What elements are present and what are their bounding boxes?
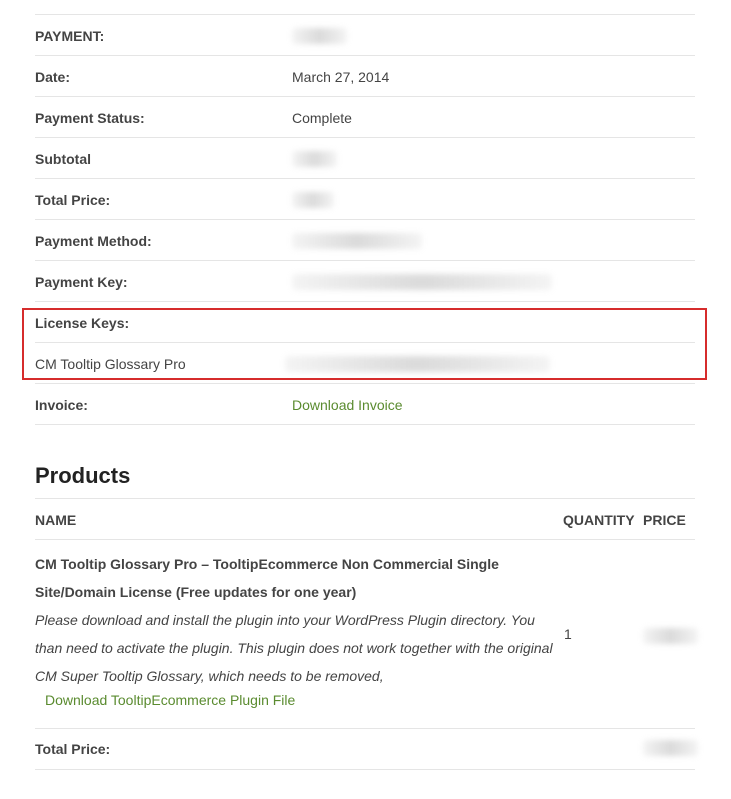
date-label: Date:	[35, 69, 71, 85]
license-keys-highlight	[22, 308, 707, 380]
column-header-name: NAME	[35, 512, 77, 528]
payment-value-redacted	[292, 28, 347, 44]
row-date: Date: March 27, 2014	[35, 56, 695, 97]
row-payment-key: Payment Key:	[35, 261, 695, 302]
status-label: Payment Status:	[35, 110, 145, 126]
row-status: Payment Status: Complete	[35, 97, 695, 138]
date-value: March 27, 2014	[292, 69, 390, 85]
method-label: Payment Method:	[35, 233, 152, 249]
products-total-label: Total Price:	[35, 741, 111, 757]
download-plugin-link[interactable]: Download TooltipEcommerce Plugin File	[45, 690, 295, 710]
row-invoice: Invoice: Download Invoice	[35, 384, 695, 425]
divider	[35, 769, 695, 770]
method-value-redacted	[292, 233, 422, 249]
divider	[35, 498, 695, 499]
product-description: Please download and install the plugin i…	[35, 612, 553, 684]
payment-key-label: Payment Key:	[35, 274, 128, 290]
subtotal-value-redacted	[292, 151, 337, 167]
products-total-redacted	[643, 740, 698, 756]
product-price-redacted	[643, 628, 698, 644]
status-value: Complete	[292, 110, 352, 126]
row-payment: PAYMENT:	[35, 15, 695, 56]
total-label: Total Price:	[35, 192, 111, 208]
row-total: Total Price:	[35, 179, 695, 220]
subtotal-label: Subtotal	[35, 151, 91, 167]
row-method: Payment Method:	[35, 220, 695, 261]
product-quantity: 1	[564, 626, 572, 642]
column-header-quantity: QUANTITY	[563, 512, 635, 528]
payment-label: PAYMENT:	[35, 28, 105, 44]
divider	[35, 539, 695, 540]
payment-key-redacted	[292, 274, 552, 290]
total-value-redacted	[292, 192, 334, 208]
column-header-price: PRICE	[643, 512, 686, 528]
products-heading: Products	[35, 463, 131, 488]
invoice-label: Invoice:	[35, 397, 88, 413]
download-invoice-link[interactable]: Download Invoice	[292, 397, 403, 413]
divider	[35, 728, 695, 729]
row-subtotal: Subtotal	[35, 138, 695, 179]
product-title: CM Tooltip Glossary Pro – TooltipEcommer…	[35, 556, 499, 600]
